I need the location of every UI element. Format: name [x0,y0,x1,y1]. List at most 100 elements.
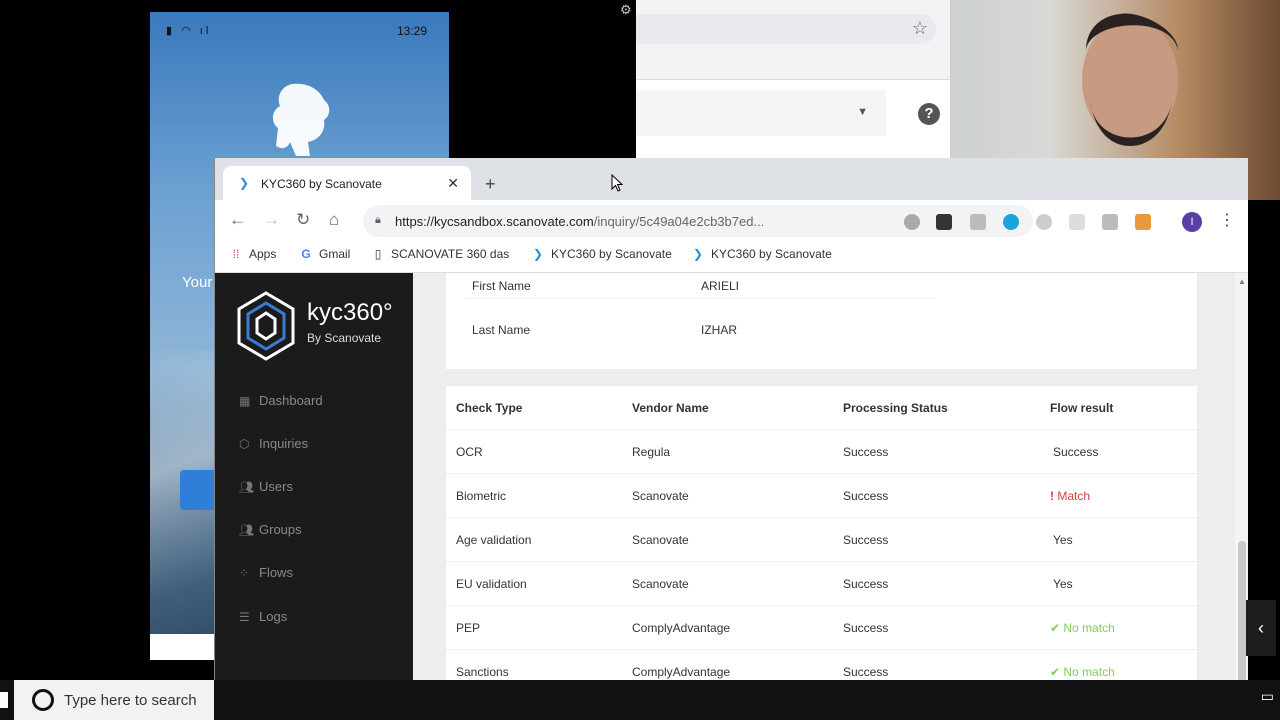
cell-status: Success [843,445,889,459]
lock-icon: 🔒︎ [375,214,381,226]
cell-flow-result: Yes [1053,577,1073,591]
check-icon: ✔ [1050,621,1064,635]
cell-check-type: EU validation [456,577,527,591]
tab-title: KYC360 by Scanovate [261,177,382,191]
bookmark-gmail[interactable]: G Gmail [299,247,350,261]
bookmark-label: SCANOVATE 360 das [391,247,510,261]
page-icon: ▯ [374,247,382,261]
flows-icon: ⁘ [239,566,250,580]
bookmark-kyc360-1[interactable]: ❯ KYC360 by Scanovate [531,247,672,261]
back-icon[interactable]: ← [229,210,246,230]
nav-label: Flows [259,565,293,580]
header-flow-result[interactable]: Flow result [1050,401,1113,415]
logo-name: kyc360° [307,299,393,326]
skype-icon[interactable] [1003,214,1019,230]
flow-result-text: No match [1063,665,1115,679]
logo-subtitle: By Scanovate [307,331,382,345]
nav-label: Groups [259,522,302,537]
cell-status: Success [843,533,889,547]
cell-status: Success [843,489,889,503]
phone-time: 13:29 [396,24,427,38]
nav-groups[interactable]: 👥︎ Groups [239,522,302,537]
browser-window: ❯ KYC360 by Scanovate ✕ + ← → ↻ ⌂ 🔒︎ htt… [214,158,1248,720]
extension-circle-icon[interactable] [904,214,920,230]
bookmark-kyc360-2[interactable]: ❯ KYC360 by Scanovate [691,247,832,261]
nav-inquiries[interactable]: ⬡ Inquiries [239,436,308,451]
cell-vendor: ComplyAdvantage [632,665,731,679]
phone-status-bar: ▮ ◠ ıl 13:29 [150,24,449,40]
background-address-bar[interactable] [636,14,936,44]
header-check-type[interactable]: Check Type [456,401,522,415]
header-vendor-name[interactable]: Vendor Name [632,401,709,415]
cell-check-type: Age validation [456,533,532,547]
extension-orange-icon[interactable] [1135,214,1151,230]
bookmark-apps[interactable]: ⁞⁞ Apps [229,247,277,261]
extension-qr-icon[interactable] [936,214,952,230]
extension-b-icon[interactable] [1069,214,1085,230]
extension-g-icon[interactable] [970,214,986,230]
background-dropdown[interactable]: ▼ [636,90,886,136]
forward-icon[interactable]: → [263,210,280,230]
nav-label: Logs [259,609,288,624]
collapse-panel-button[interactable]: ‹ [1246,600,1276,656]
notification-icon[interactable]: ▭ [1261,688,1274,705]
table-row[interactable]: PEP ComplyAdvantage Success ✔ No match [446,606,1197,650]
extension-skype-grey-icon[interactable] [1036,214,1052,230]
checks-table: Check Type Vendor Name Processing Status… [446,386,1197,720]
close-icon[interactable]: ✕ [447,175,459,192]
star-icon[interactable]: ☆ [912,18,928,39]
more-menu-icon[interactable]: ⋮ [1219,210,1235,230]
cell-vendor: Scanovate [632,533,689,547]
kyc-favicon-icon: ❯ [532,247,544,261]
nav-label: Users [259,479,293,494]
gear-icon[interactable]: ⚙ [620,2,634,17]
dashboard-icon: ▦ [239,394,251,408]
users-icon: 👥︎ [239,480,255,494]
table-row[interactable]: Biometric Scanovate Success ! Match [446,474,1197,518]
nav-flows[interactable]: ⁘ Flows [239,565,293,580]
kyc360-logo[interactable]: kyc360° By Scanovate [235,291,405,361]
extension-people-icon[interactable] [1102,214,1118,230]
scroll-up-icon[interactable]: ▲ [1238,277,1246,286]
flow-result-text: Match [1057,489,1091,503]
background-browser-window: ☆ ▼ ? [636,0,950,160]
apps-grid-icon: ⁞⁞ [232,247,240,261]
kyc-favicon-icon: ❯ [239,176,250,190]
cell-status: Success [843,577,889,591]
list-icon: ☰ [239,610,250,624]
nav-users[interactable]: 👥︎ Users [239,479,293,494]
table-row[interactable]: Age validation Scanovate Success Yes [446,518,1197,562]
bookmark-label: KYC360 by Scanovate [551,247,672,261]
reload-icon[interactable]: ↻ [296,210,310,230]
cell-check-type: PEP [456,621,481,635]
first-name-value: ARIELI [701,279,740,293]
cell-check-type: Biometric [456,489,507,503]
cell-flow-result: ✔ No match [1050,665,1115,679]
cell-flow-result: Yes [1053,533,1073,547]
new-tab-button[interactable]: + [485,174,496,195]
bookmark-scanovate-dashboard[interactable]: ▯ SCANOVATE 360 das [371,247,510,261]
last-name-label: Last Name [472,323,531,337]
url-host: https://kycsandbox.scanovate.com [395,214,594,229]
home-icon[interactable]: ⌂ [329,210,339,230]
taskbar-search[interactable]: Type here to search [14,680,214,720]
nav-logs[interactable]: ☰ Logs [239,609,287,624]
profile-avatar[interactable]: I [1182,212,1202,232]
help-icon[interactable]: ? [918,103,940,125]
cell-status: Success [843,665,889,679]
table-row[interactable]: OCR Regula Success Success [446,430,1197,474]
windows-start-icon[interactable] [0,692,8,708]
groups-icon: 👥︎ [239,523,255,537]
header-processing-status[interactable]: Processing Status [843,401,948,415]
address-bar[interactable]: 🔒︎ https://kycsandbox.scanovate.com/inqu… [363,205,1033,237]
cube-icon: ⬡ [239,437,250,451]
url-text: https://kycsandbox.scanovate.com/inquiry… [395,214,764,229]
table-row[interactable]: EU validation Scanovate Success Yes [446,562,1197,606]
cell-status: Success [843,621,889,635]
nav-dashboard[interactable]: ▦ Dashboard [239,393,323,408]
google-icon: G [301,247,311,261]
bookmark-label: KYC360 by Scanovate [711,247,832,261]
mouse-cursor-icon [611,174,623,192]
app-content: First Name ARIELI Last Name IZHAR Check … [413,273,1248,720]
tab-kyc360[interactable]: ❯ KYC360 by Scanovate ✕ [223,166,471,200]
